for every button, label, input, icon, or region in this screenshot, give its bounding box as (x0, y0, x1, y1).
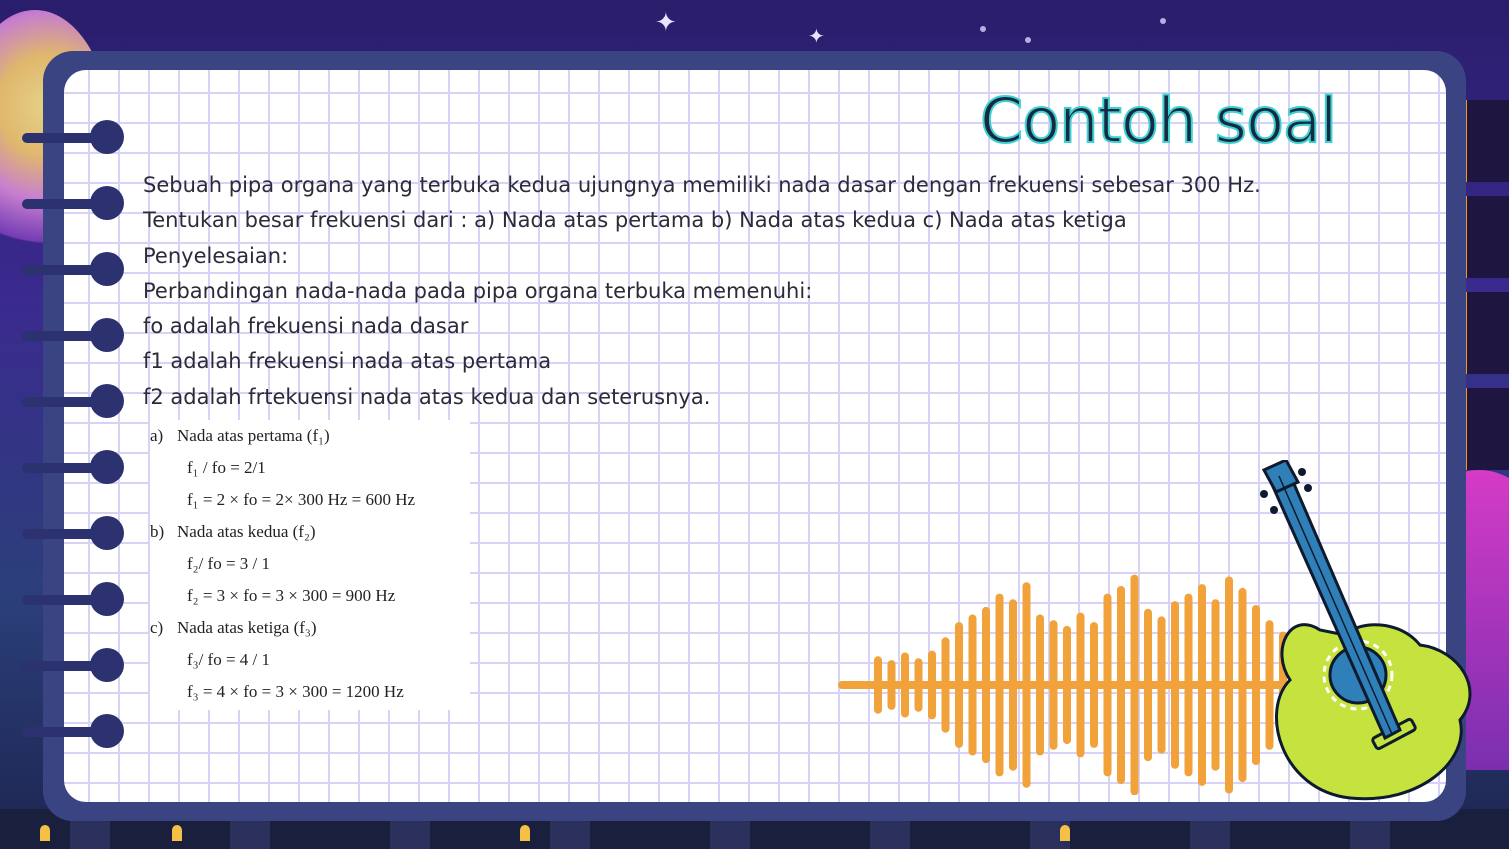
notebook-ring-icon (22, 384, 124, 420)
side-panel-decoration (1461, 100, 1509, 182)
solution-b-step2: f₂ = 3 × fo = 3 × 300 = 900 Hz (187, 586, 396, 605)
problem-statement-line: Sebuah pipa organa yang terbuka kedua uj… (143, 173, 1261, 197)
notebook-ring-icon (22, 252, 124, 288)
notebook-ring-icon (22, 648, 124, 684)
solution-b-step1: f₂/ fo = 3 / 1 (187, 554, 271, 573)
solution-c-step1: f₃/ fo = 4 / 1 (187, 650, 271, 669)
ratio-intro-line: Perbandingan nada-nada pada pipa organa … (143, 278, 813, 303)
notebook-ring-icon (22, 516, 124, 552)
notebook-ring-icon (22, 582, 124, 618)
notebook-ring-icon (22, 714, 124, 750)
sound-wave-icon (838, 574, 1302, 795)
solution-heading: Penyelesaian: (143, 243, 289, 268)
side-panel-decoration (1461, 196, 1509, 278)
notebook-ring-icon (22, 450, 124, 486)
notebook-ring-icon (22, 186, 124, 222)
side-panel-decoration (1461, 292, 1509, 374)
solution-a-step1: f₁ / fo = 2/1 (187, 458, 266, 477)
definition-f1: f1 adalah frekuensi nada atas pertama (143, 349, 552, 374)
definition-f2: f2 adalah frtekuensi nada atas kedua dan… (143, 384, 711, 409)
sparkle-star-icon: ✦ (808, 24, 825, 48)
star-dot (1025, 37, 1031, 43)
problem-question-line: Tentukan besar frekuensi dari : a) Nada … (143, 208, 1127, 233)
notebook-ring-icon (22, 318, 124, 354)
slide-title: Contoh soal (979, 83, 1338, 158)
star-dot (1160, 18, 1166, 24)
sparkle-star-icon: ✦ (655, 8, 677, 38)
guitar-icon (1260, 460, 1472, 801)
solution-a-step2: f₁ = 2 × fo = 2× 300 Hz = 600 Hz (187, 490, 416, 509)
solution-c-step2: f₃ = 4 × fo = 3 × 300 = 1200 Hz (187, 682, 404, 701)
definition-fo: fo adalah frekuensi nada dasar (143, 314, 469, 339)
solution-box: a) Nada atas pertama (f₁) f₁ / fo = 2/1 … (150, 420, 470, 710)
notebook-ring-icon (22, 120, 124, 156)
star-dot (980, 26, 986, 32)
side-panel-decoration (1461, 388, 1509, 470)
problem-text: Sebuah pipa organa yang terbuka kedua uj… (143, 168, 1261, 415)
